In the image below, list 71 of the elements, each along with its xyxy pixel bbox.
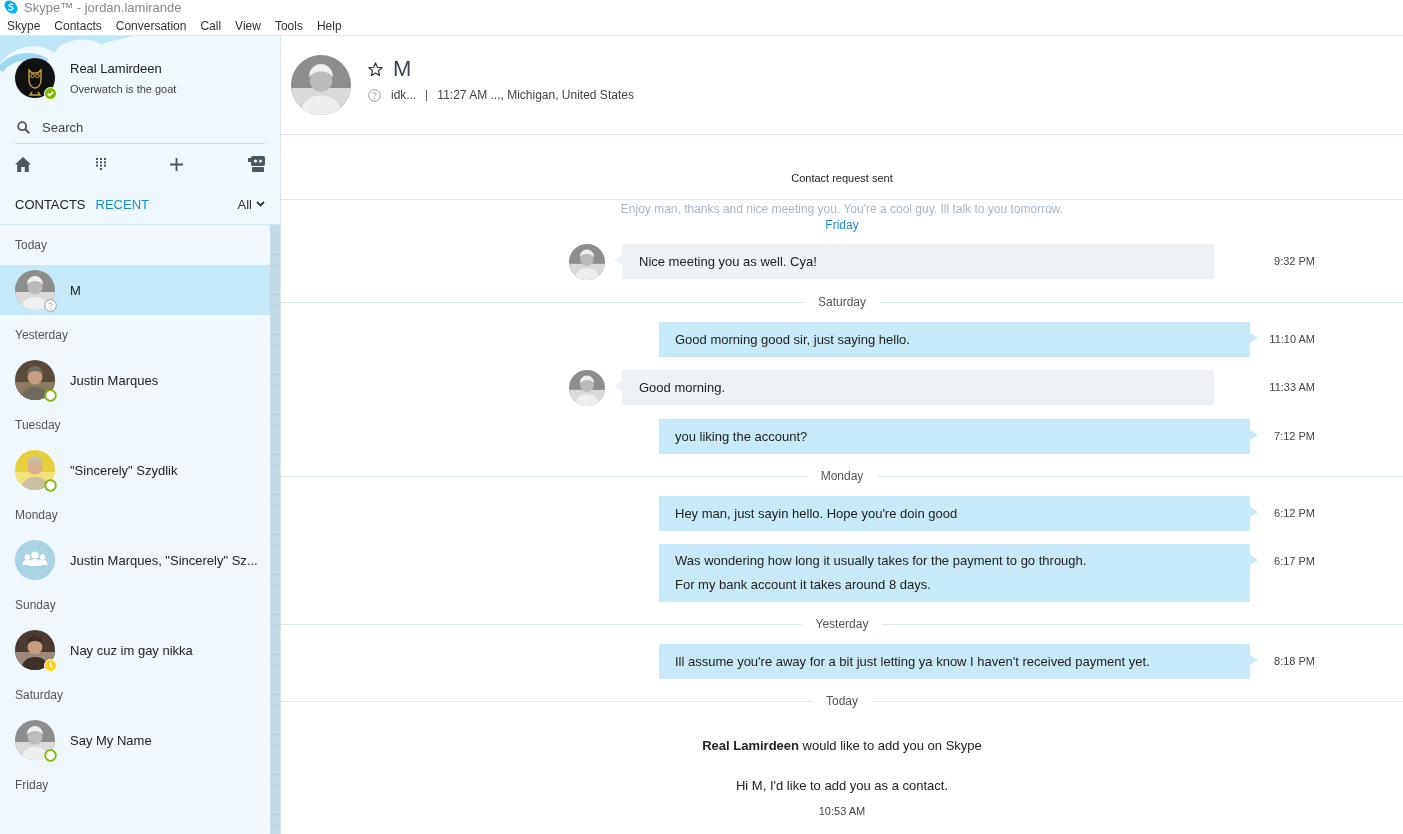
search-icon (17, 120, 30, 134)
message-text: Enjoy man, thanks and nice meeting you. You're a cool guy. Ill talk to you tomorrow. (619, 201, 1065, 217)
message-bubble: Hey man, just sayin hello. Hope you're doin good (659, 496, 1258, 531)
date-label: Friday (824, 217, 860, 233)
avatar (15, 720, 55, 760)
home-icon[interactable] (15, 156, 31, 172)
day-header: Today (14, 237, 49, 254)
message-time: 8:18 PM (1274, 654, 1315, 669)
contact-item[interactable]: Justin Marques (0, 355, 270, 405)
message-bubble: Was wondering how long it usually takes for the payment to go through. For my bank account it takes around 8 days. (659, 544, 1258, 602)
robot-icon[interactable] (247, 156, 265, 172)
notice-text: Contact request sent (791, 172, 893, 184)
date-label: Monday (819, 469, 865, 483)
day-header: Monday (14, 507, 59, 524)
menu-item[interactable]: Skype (7, 19, 55, 33)
contact-item[interactable]: Nay cuz im gay nikka (0, 625, 270, 675)
contact-item[interactable]: M (0, 265, 270, 315)
tab[interactable]: CONTACTS (15, 196, 86, 212)
date-label: Yesterday (814, 617, 870, 631)
menu-item[interactable]: Help (316, 19, 356, 33)
message-bubble: Nice meeting you as well. Cya! (614, 244, 1214, 279)
avatar (15, 58, 55, 98)
dialpad-icon[interactable] (95, 158, 106, 170)
contact-item[interactable]: Say My Name (0, 715, 270, 765)
mood-message: Overwatch is the goat (70, 83, 177, 95)
profile-name: Real Lamirdeen (70, 61, 163, 76)
date-label: Saturday (817, 295, 867, 309)
avatar (569, 370, 605, 406)
location-text: 11:27 AM ..., Michigan, United States (437, 88, 634, 102)
day-header: Tuesday (14, 417, 62, 434)
message-bubble: Ill assume you're away for a bit just letting ya know I haven't received payment yet. (659, 644, 1258, 679)
window-title: Skype™ - jordan.lamirande (24, 0, 182, 15)
message-time: 6:12 PM (1274, 506, 1315, 521)
avatar (291, 55, 351, 115)
mood-message: idk... (391, 88, 417, 102)
day-header: Friday (14, 777, 50, 794)
message-time: 6:17 PM (1274, 554, 1315, 569)
day-header: Sunday (14, 597, 57, 614)
menu-item[interactable]: Call (200, 19, 236, 33)
menu-item[interactable]: Tools (274, 19, 317, 33)
message-time: 11:33 AM (1269, 380, 1315, 395)
add-icon[interactable] (170, 157, 184, 171)
star-icon[interactable] (368, 61, 383, 77)
message-time: 10:53 AM (818, 805, 866, 817)
day-header: Yesterday (14, 327, 69, 344)
avatar (15, 630, 55, 670)
day-header: Saturday (14, 687, 65, 704)
message-time: 9:32 PM (1274, 254, 1315, 269)
menu-item[interactable]: View (235, 19, 275, 33)
menu-item[interactable]: Conversation (115, 19, 201, 33)
date-label: Today (825, 694, 859, 708)
search-field[interactable]: Search (42, 119, 242, 135)
request-message: Hi M, I'd like to add you as a contact. (736, 778, 948, 793)
contact-name: M (393, 56, 412, 82)
avatar (569, 244, 605, 280)
avatar (15, 450, 55, 490)
filter-dropdown[interactable]: All (237, 196, 265, 212)
message-bubble: you liking the account? (659, 419, 1258, 454)
scrollbar[interactable] (270, 225, 280, 834)
avatar (15, 360, 55, 400)
message-bubble: Good morning. (614, 370, 1214, 405)
avatar (15, 270, 55, 310)
contact-item[interactable]: Justin Marques, "Sincerely" Sz... (0, 535, 270, 585)
group-icon (15, 540, 55, 580)
contact-item[interactable]: "Sincerely" Szydlik (0, 445, 270, 495)
caret-icon (256, 201, 265, 207)
request-text: Real Lamirdeen would like to add you on Skype (702, 738, 982, 753)
menu-item[interactable]: Contacts (54, 19, 116, 33)
message-time: 7:12 PM (1274, 429, 1315, 444)
message-bubble: Good morning good sir, just saying hello. (659, 322, 1258, 357)
message-time: 11:10 AM (1269, 332, 1315, 347)
